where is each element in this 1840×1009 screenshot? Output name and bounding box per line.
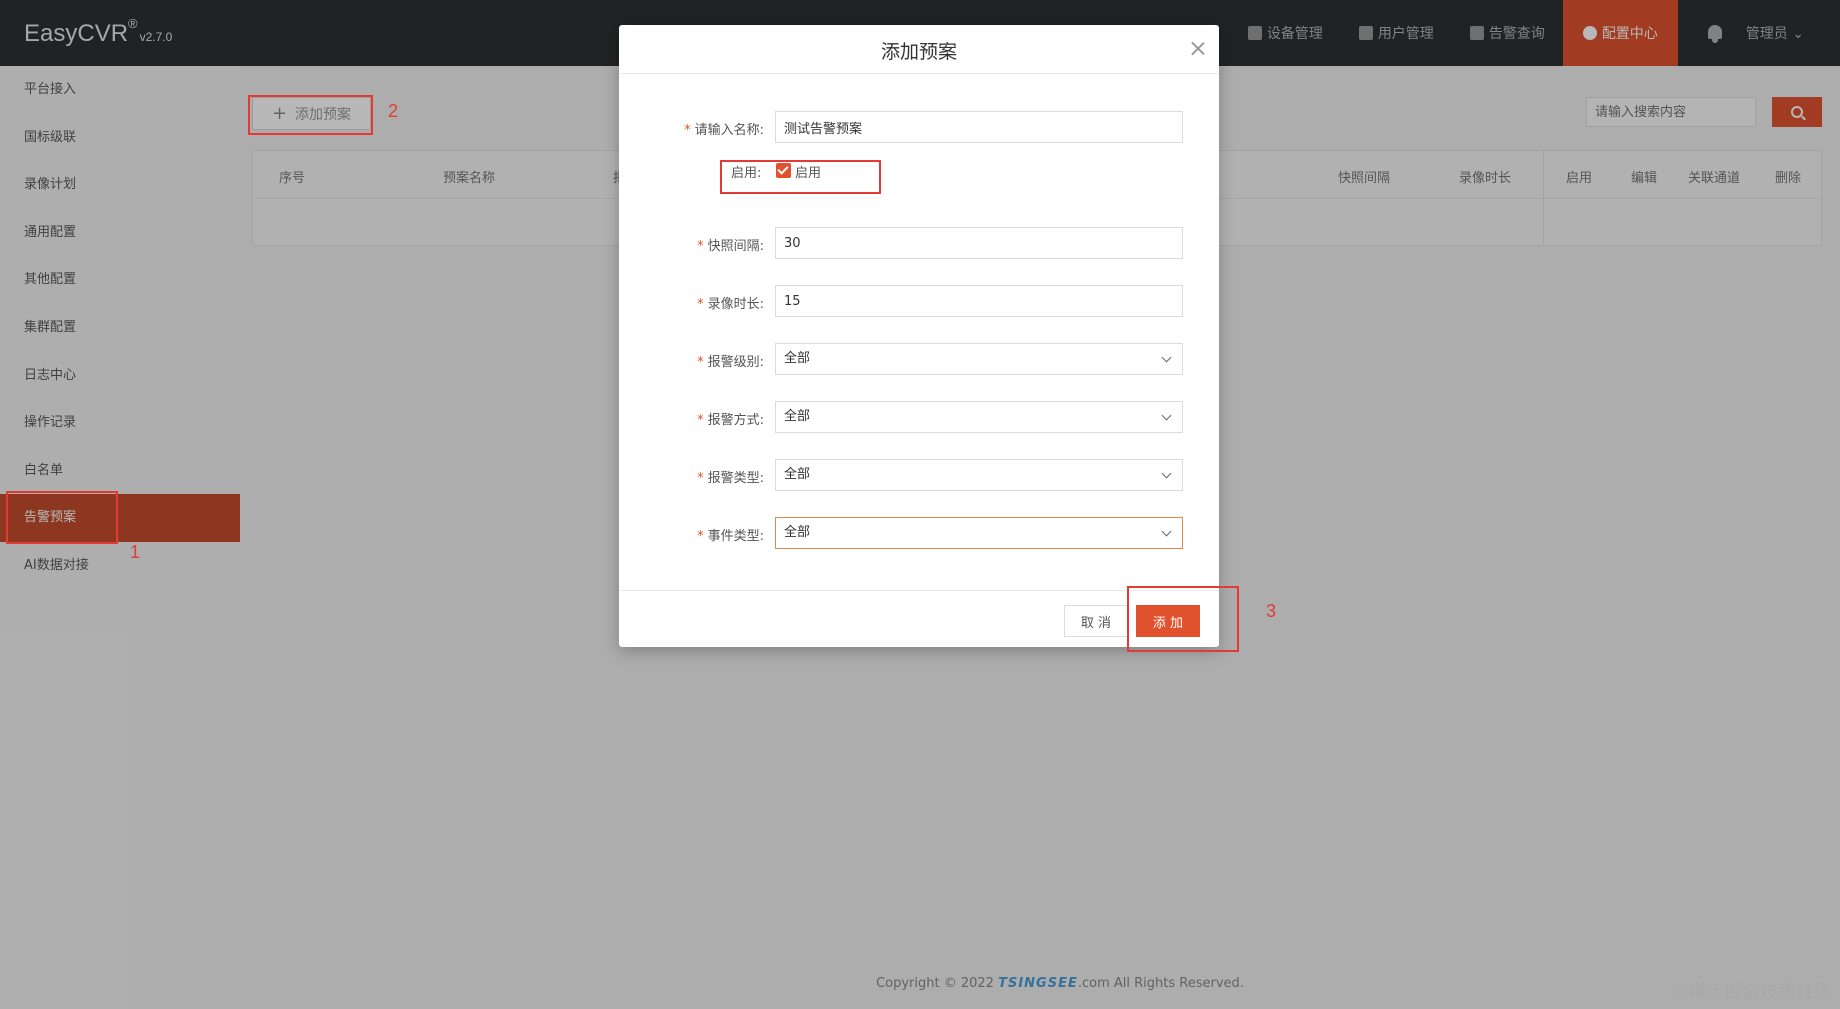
cancel-button[interactable]: 取 消 xyxy=(1064,605,1128,637)
annotation-box-2 xyxy=(248,95,373,135)
enable-row: 启用: 启用 xyxy=(619,159,1219,183)
annotation-number-3: 3 xyxy=(1266,601,1277,621)
snapshot-interval-input[interactable] xyxy=(775,227,1183,259)
snapshot-label: * 快照间隔: xyxy=(697,239,764,254)
name-row: * 请输入名称: xyxy=(619,111,1219,143)
chevron-down-icon xyxy=(1161,352,1172,363)
alarm-level-select[interactable]: 全部 xyxy=(775,343,1183,375)
annotation-number-2: 2 xyxy=(388,101,399,121)
dialog-title: 添加预案 xyxy=(880,41,957,63)
event-type-label: * 事件类型: xyxy=(697,529,764,544)
annotation-box-3 xyxy=(1127,586,1239,652)
record-label: * 录像时长: xyxy=(697,297,764,312)
dialog-header: 添加预案 xyxy=(619,25,1219,74)
annotation-box-1 xyxy=(6,491,118,544)
alarm-level-label: * 报警级别: xyxy=(697,355,764,370)
chevron-down-icon xyxy=(1161,526,1172,537)
alarm-method-row: * 报警方式: 全部 xyxy=(619,401,1219,433)
close-icon[interactable] xyxy=(1191,41,1205,55)
event-type-select[interactable]: 全部 xyxy=(775,517,1183,549)
record-duration-input[interactable] xyxy=(775,285,1183,317)
record-row: * 录像时长: xyxy=(619,285,1219,317)
annotation-box-enable xyxy=(720,160,881,194)
name-input[interactable] xyxy=(775,111,1183,143)
name-label: * 请输入名称: xyxy=(684,123,764,138)
alarm-type-select[interactable]: 全部 xyxy=(775,459,1183,491)
alarm-type-label: * 报警类型: xyxy=(697,471,764,486)
annotation-number-1: 1 xyxy=(130,542,141,562)
add-plan-dialog: 添加预案 *请输入名称: 启用: 启用 *快照间隔: *录像时长: *报警级别:… xyxy=(619,25,1219,647)
alarm-method-label: * 报警方式: xyxy=(697,413,764,428)
watermark: @稀土掘金技术社区 xyxy=(1670,982,1832,1003)
alarm-level-row: * 报警级别: 全部 xyxy=(619,343,1219,375)
snapshot-row: * 快照间隔: xyxy=(619,227,1219,259)
event-type-row: * 事件类型: 全部 xyxy=(619,517,1219,549)
chevron-down-icon xyxy=(1161,410,1172,421)
alarm-method-select[interactable]: 全部 xyxy=(775,401,1183,433)
alarm-type-row: * 报警类型: 全部 xyxy=(619,459,1219,491)
chevron-down-icon xyxy=(1161,468,1172,479)
